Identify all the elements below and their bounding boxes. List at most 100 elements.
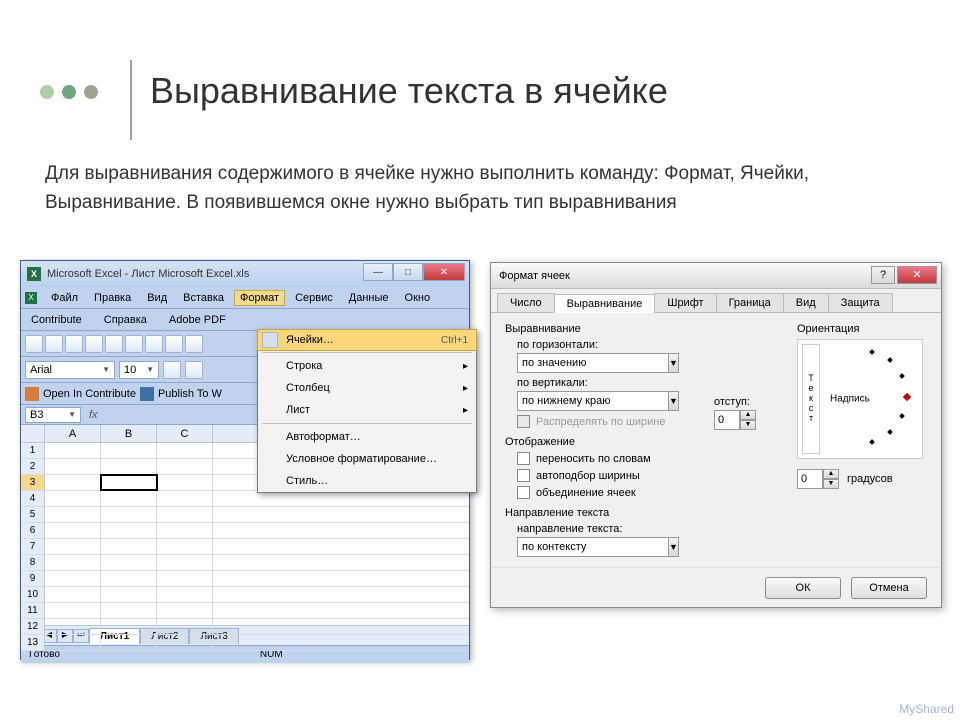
merge-checkbox[interactable] — [517, 486, 530, 499]
tab-border[interactable]: Граница — [716, 293, 784, 312]
menu-file[interactable]: Файл — [45, 290, 84, 306]
menu-format[interactable]: Формат — [234, 290, 285, 306]
menu-adobepdf[interactable]: Adobe PDF — [163, 312, 232, 328]
menu-edit[interactable]: Правка — [88, 290, 137, 306]
menu-insert[interactable]: Вставка — [177, 290, 230, 306]
row-header[interactable]: 6 — [21, 523, 45, 538]
direction-combo[interactable]: ▼ — [517, 537, 677, 557]
row-header[interactable]: 8 — [21, 555, 45, 570]
select-all-corner[interactable] — [21, 425, 45, 442]
menu-data[interactable]: Данные — [343, 290, 395, 306]
autofit-checkbox[interactable] — [517, 469, 530, 482]
table-row[interactable]: 12 — [21, 619, 469, 635]
cell[interactable] — [45, 603, 101, 618]
cell[interactable] — [45, 635, 101, 650]
cancel-button[interactable]: Отмена — [851, 577, 927, 599]
table-row[interactable]: 4 — [21, 491, 469, 507]
menu-view[interactable]: Вид — [141, 290, 173, 306]
cell[interactable] — [157, 475, 213, 490]
paste-icon[interactable] — [185, 335, 203, 353]
menu-window[interactable]: Окно — [399, 290, 437, 306]
orientation-vertical-text[interactable]: Текст — [802, 344, 820, 454]
open-icon[interactable] — [45, 335, 63, 353]
row-header[interactable]: 13 — [21, 635, 45, 650]
table-row[interactable]: 9 — [21, 571, 469, 587]
spinner-down-icon[interactable]: ▼ — [823, 479, 839, 489]
spinner-up-icon[interactable]: ▲ — [823, 469, 839, 479]
cell[interactable] — [101, 475, 157, 490]
merge-checkbox-row[interactable]: объединение ячеек — [517, 486, 785, 499]
cell[interactable] — [157, 603, 213, 618]
minimize-button[interactable]: — — [363, 263, 393, 281]
name-box[interactable]: B3▼ — [25, 407, 81, 423]
cell[interactable] — [101, 491, 157, 506]
cell[interactable] — [101, 571, 157, 586]
italic-icon[interactable] — [185, 361, 203, 379]
row-header[interactable]: 2 — [21, 459, 45, 474]
cell[interactable] — [101, 459, 157, 474]
chevron-down-icon[interactable]: ▼ — [669, 353, 679, 373]
cell[interactable] — [157, 443, 213, 458]
tab-fill[interactable]: Вид — [783, 293, 829, 312]
tab-font[interactable]: Шрифт — [654, 293, 716, 312]
table-row[interactable]: 10 — [21, 587, 469, 603]
cell[interactable] — [101, 603, 157, 618]
menu-tools[interactable]: Сервис — [289, 290, 339, 306]
cell[interactable] — [101, 443, 157, 458]
maximize-button[interactable]: □ — [393, 263, 423, 281]
menu-item-column[interactable]: Столбец▸ — [258, 377, 476, 399]
cell[interactable] — [45, 619, 101, 634]
fontsize-selector[interactable]: 10▼ — [119, 361, 159, 379]
spinner-up-icon[interactable]: ▲ — [740, 410, 756, 420]
cell[interactable] — [45, 587, 101, 602]
cell[interactable] — [101, 587, 157, 602]
horizontal-combo[interactable]: ▼ — [517, 353, 677, 373]
menu-item-conditional[interactable]: Условное форматирование… — [258, 448, 476, 470]
wrap-checkbox[interactable] — [517, 452, 530, 465]
save-icon[interactable] — [65, 335, 83, 353]
cell[interactable] — [157, 491, 213, 506]
copy-icon[interactable] — [165, 335, 183, 353]
cut-icon[interactable] — [145, 335, 163, 353]
spell-icon[interactable] — [125, 335, 143, 353]
chevron-down-icon[interactable]: ▼ — [669, 391, 679, 411]
open-contribute-button[interactable]: Open In Contribute — [43, 388, 136, 400]
cell[interactable] — [101, 539, 157, 554]
table-row[interactable]: 7 — [21, 539, 469, 555]
publish-button[interactable]: Publish To W — [158, 388, 222, 400]
menu-contribute[interactable]: Contribute — [25, 312, 88, 328]
font-selector[interactable]: Arial▼ — [25, 361, 115, 379]
cell[interactable] — [45, 491, 101, 506]
table-row[interactable]: 8 — [21, 555, 469, 571]
menu-item-cells[interactable]: Ячейки… Ctrl+1 — [257, 329, 477, 351]
cell[interactable] — [101, 507, 157, 522]
cell[interactable] — [157, 539, 213, 554]
row-header[interactable]: 9 — [21, 571, 45, 586]
row-header[interactable]: 12 — [21, 619, 45, 634]
chevron-down-icon[interactable]: ▼ — [669, 537, 679, 557]
cell[interactable] — [101, 619, 157, 634]
cell[interactable] — [45, 443, 101, 458]
fx-icon[interactable]: fx — [89, 409, 98, 421]
table-row[interactable]: 11 — [21, 603, 469, 619]
preview-icon[interactable] — [105, 335, 123, 353]
row-header[interactable]: 7 — [21, 539, 45, 554]
dialog-close-button[interactable]: ✕ — [897, 266, 937, 284]
close-button[interactable]: ✕ — [423, 263, 465, 281]
cell[interactable] — [45, 571, 101, 586]
bold-icon[interactable] — [163, 361, 181, 379]
orientation-dial[interactable]: Надпись — [826, 344, 918, 454]
tab-protection[interactable]: Защита — [828, 293, 893, 312]
print-icon[interactable] — [85, 335, 103, 353]
cell[interactable] — [157, 619, 213, 634]
row-header[interactable]: 10 — [21, 587, 45, 602]
table-row[interactable]: 6 — [21, 523, 469, 539]
cell[interactable] — [157, 555, 213, 570]
wrap-checkbox-row[interactable]: переносить по словам — [517, 452, 785, 465]
ok-button[interactable]: ОК — [765, 577, 841, 599]
cell[interactable] — [45, 555, 101, 570]
cell[interactable] — [157, 523, 213, 538]
cell[interactable] — [45, 475, 101, 490]
cell[interactable] — [45, 539, 101, 554]
row-header[interactable]: 4 — [21, 491, 45, 506]
